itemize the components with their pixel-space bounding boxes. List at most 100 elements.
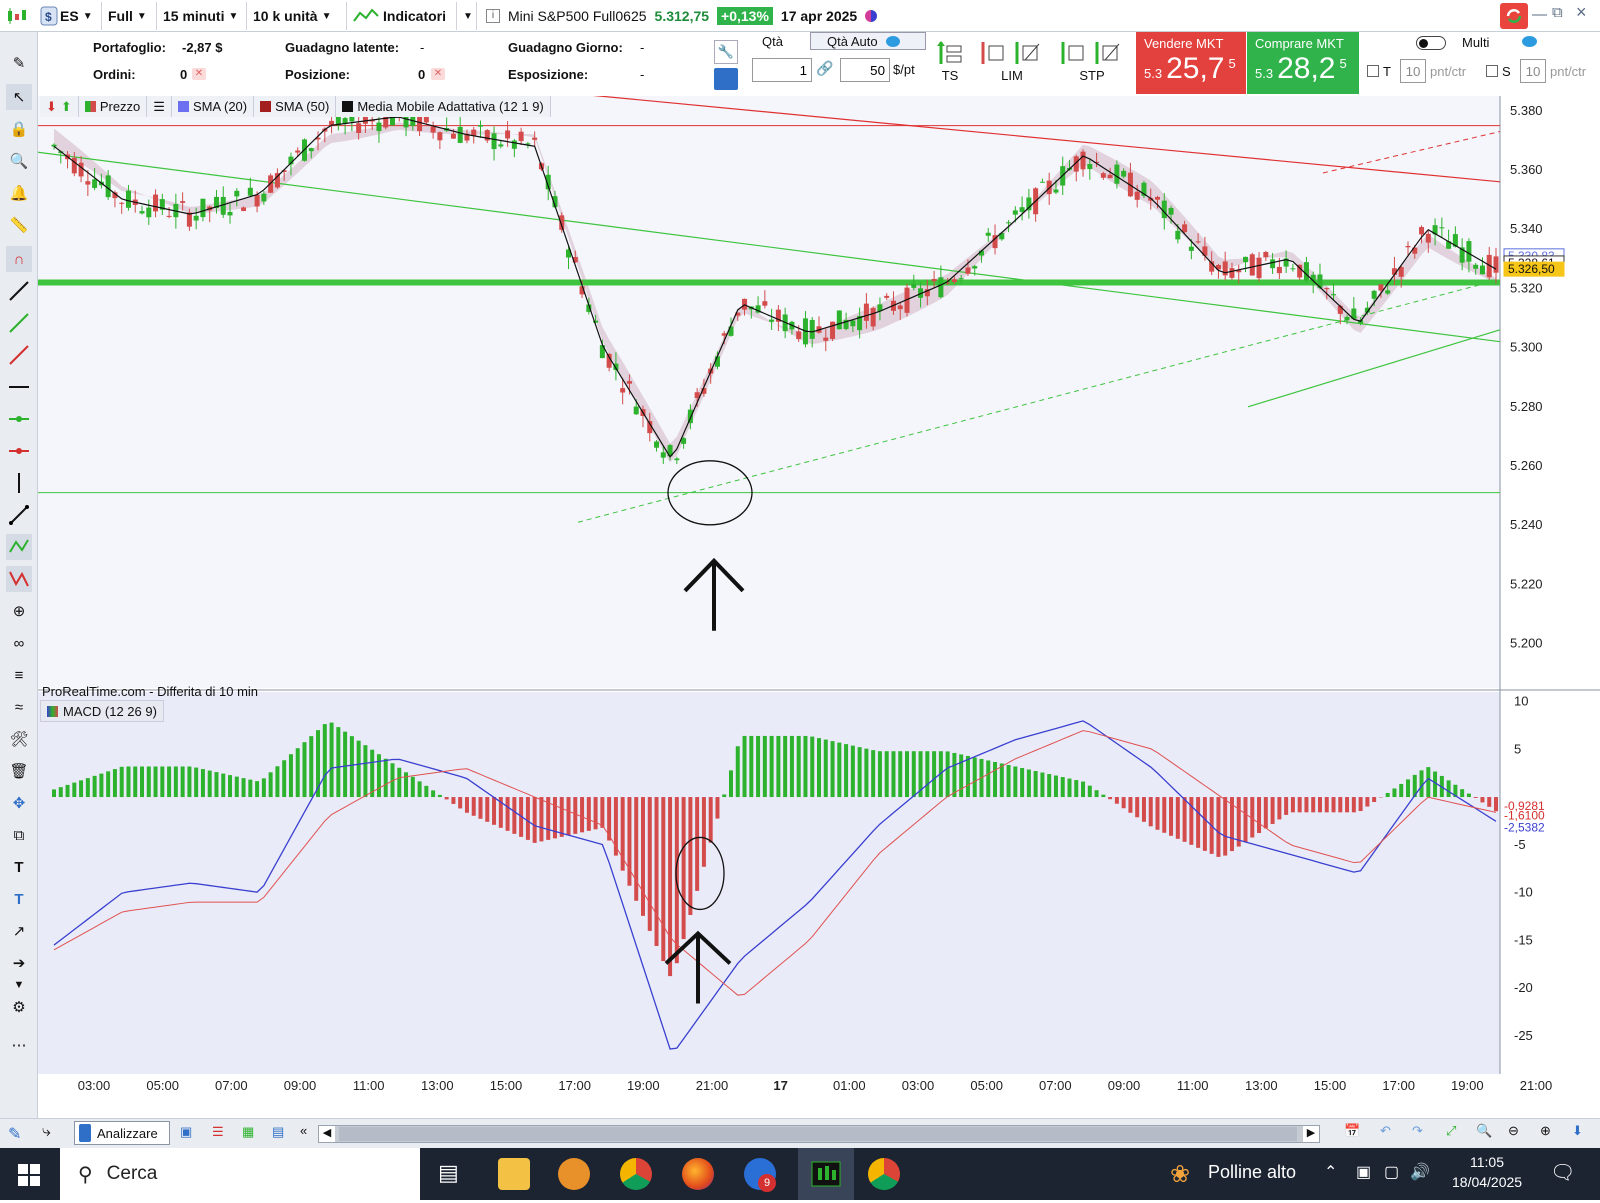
link-chain-icon[interactable]: 🔗	[816, 60, 833, 77]
zoom-icon[interactable]: 🔍	[6, 148, 32, 174]
scripts-icon[interactable]: ⚙	[6, 994, 32, 1020]
ts-button[interactable]: TS	[928, 38, 972, 83]
indicators-dropdown[interactable]: ▼	[457, 2, 477, 30]
symbol-select[interactable]: ES▼	[54, 2, 102, 30]
prorealtime-icon[interactable]	[798, 1148, 854, 1200]
horizontal-scrollbar[interactable]: ◀ ▶	[318, 1125, 1320, 1143]
vertical-line-icon[interactable]	[6, 470, 32, 496]
move-icon[interactable]: ✥	[6, 790, 32, 816]
text-circle-icon[interactable]: T	[6, 886, 32, 912]
share-icon[interactable]: ⤷	[42, 1123, 51, 1141]
undo-icon[interactable]: ↶	[1380, 1123, 1391, 1139]
firefox-icon[interactable]	[682, 1158, 714, 1190]
copy-icon[interactable]: ⧉	[6, 822, 32, 848]
legend-macd[interactable]: MACD (12 26 9)	[40, 700, 164, 722]
close-icon[interactable]: ×	[1576, 2, 1587, 23]
scroll-left-icon[interactable]: ◀	[319, 1126, 335, 1142]
stp-button[interactable]: STP	[1052, 38, 1132, 83]
file-explorer-icon[interactable]	[498, 1158, 530, 1190]
fibonacci-icon[interactable]: ∞	[6, 630, 32, 656]
fan-icon[interactable]: ≡	[6, 662, 32, 688]
lock-icon[interactable]: 🔒	[6, 116, 32, 142]
alert-bell-icon[interactable]: 🔔	[6, 180, 32, 206]
more-icon[interactable]: ⋯	[6, 1032, 32, 1058]
legend-price[interactable]: Prezzo	[79, 96, 147, 117]
cancel-orders-icon[interactable]: ✕	[192, 68, 206, 80]
t-points-input[interactable]	[1400, 59, 1426, 83]
info-icon[interactable]: i	[486, 9, 500, 23]
clock-time[interactable]: 11:05	[1470, 1154, 1504, 1170]
green-trendline-icon[interactable]	[6, 310, 32, 336]
ai-trend-icon[interactable]	[6, 534, 32, 560]
red-trendline-icon[interactable]	[6, 342, 32, 368]
arrow-right-icon[interactable]: ➔	[6, 950, 32, 976]
multi-toggle[interactable]	[1416, 36, 1446, 50]
legend-arrows[interactable]: ⬇⬆	[40, 96, 79, 117]
notifications-icon[interactable]: 🗨	[1550, 1160, 1575, 1185]
buy-market-button[interactable]: Comprare MKT 5.328,25	[1247, 32, 1359, 94]
vpn-shield-icon[interactable]	[558, 1158, 590, 1190]
restore-icon[interactable]: ⧉	[1552, 4, 1563, 21]
arrow-diagonal-icon[interactable]: ↗	[6, 918, 32, 944]
indicators-button[interactable]: Indicatori	[347, 2, 457, 30]
chart-type-icon[interactable]	[0, 2, 34, 30]
arrow-down-icon[interactable]: ⬇	[46, 99, 57, 115]
channel-icon[interactable]: ⊕	[6, 598, 32, 624]
segment-icon[interactable]	[6, 502, 32, 528]
zoom-in-icon[interactable]: ⊕	[1540, 1123, 1551, 1139]
text-icon[interactable]: T	[6, 854, 32, 880]
magnet-icon[interactable]: ∩	[6, 246, 32, 272]
chevron-down-icon[interactable]: ▼	[6, 978, 32, 992]
pencil-icon[interactable]: ✎	[6, 50, 32, 76]
scroll-right-icon[interactable]: ▶	[1303, 1126, 1319, 1142]
horizontal-line-icon[interactable]	[6, 374, 32, 400]
autoscale-icon[interactable]: ⤢	[1446, 1123, 1456, 1139]
support-line-icon[interactable]	[6, 406, 32, 432]
camera-icon[interactable]: ▣	[1356, 1162, 1371, 1182]
clock-date[interactable]: 18/04/2025	[1452, 1174, 1522, 1190]
legend-sma20[interactable]: SMA (20)	[172, 96, 254, 117]
close-position-icon[interactable]: ✕	[431, 68, 445, 80]
table-icon[interactable]: ▦	[242, 1124, 254, 1140]
cursor-icon[interactable]: ↖	[6, 84, 32, 110]
taskbar-search[interactable]: ⚲ Cerca	[60, 1148, 420, 1200]
analyzer-button[interactable]: Analizzare	[74, 1121, 170, 1145]
chrome-icon[interactable]	[620, 1158, 652, 1190]
quantity-input[interactable]	[752, 58, 812, 82]
legend-ama[interactable]: Media Mobile Adattativa (12 1 9)	[336, 96, 550, 117]
wave-icon[interactable]: ≈	[6, 694, 32, 720]
task-view-icon[interactable]: ▤	[438, 1160, 459, 1186]
s-checkbox[interactable]	[1486, 65, 1498, 77]
lim-button[interactable]: LIM	[972, 38, 1052, 83]
qta-auto-toggle[interactable]: Qtà Auto	[810, 32, 926, 50]
zoom-out-icon[interactable]: ⊖	[1508, 1123, 1519, 1139]
zoom-fit-icon[interactable]: 🔍	[1476, 1123, 1492, 1139]
screener-icon[interactable]: ▤	[272, 1124, 284, 1140]
minimize-icon[interactable]: —	[1532, 6, 1547, 23]
legend-list-icon[interactable]: ☰	[147, 96, 172, 117]
list-icon[interactable]: ☰	[212, 1124, 224, 1140]
weather-label[interactable]: Polline alto	[1208, 1162, 1296, 1183]
network-icon[interactable]: ▢	[1384, 1162, 1399, 1182]
chrome-profile-icon[interactable]	[868, 1158, 900, 1190]
calendar-icon[interactable]: 📅	[1344, 1123, 1360, 1139]
ruler-icon[interactable]: 📏	[6, 212, 32, 238]
draw-icon[interactable]: ✎	[8, 1124, 21, 1144]
window-icon[interactable]: ▣	[180, 1124, 192, 1140]
tools-icon[interactable]: 🛠	[6, 726, 32, 752]
s-points-input[interactable]	[1520, 59, 1546, 83]
t-checkbox[interactable]	[1367, 65, 1379, 77]
mode-select[interactable]: Full▼	[102, 2, 157, 30]
keypad-icon[interactable]	[714, 68, 738, 90]
trendline-icon[interactable]	[6, 278, 32, 304]
ai-pattern-icon[interactable]	[6, 566, 32, 592]
redo-icon[interactable]: ↷	[1412, 1123, 1423, 1139]
sync-icon[interactable]	[1500, 3, 1528, 29]
arrow-up-icon[interactable]: ⬆	[61, 99, 72, 115]
volume-icon[interactable]: 🔊	[1410, 1162, 1430, 1182]
chart-area[interactable]: 5.3805.3605.3405.3205.3005.2805.2605.240…	[38, 96, 1600, 1096]
resistance-line-icon[interactable]	[6, 438, 32, 464]
sell-market-button[interactable]: Vendere MKT 5.325,75	[1136, 32, 1246, 94]
collapse-icon[interactable]: «	[300, 1123, 307, 1138]
timeframe-select[interactable]: 15 minuti▼	[157, 2, 247, 30]
